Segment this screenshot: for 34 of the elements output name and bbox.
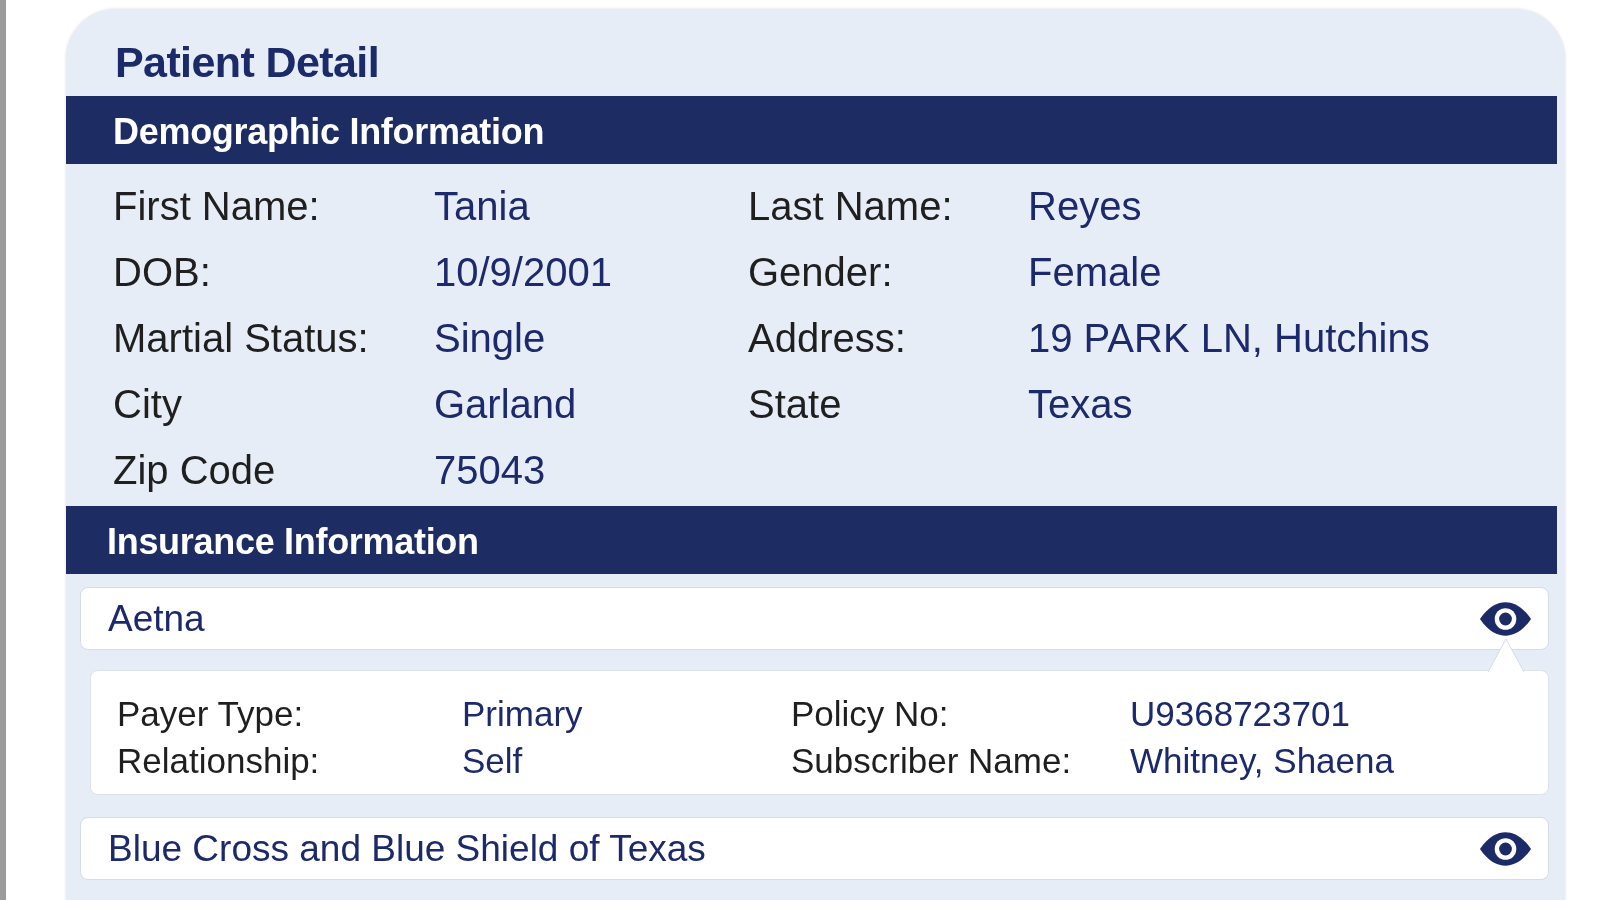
detail-label: Payer Type: bbox=[117, 692, 304, 735]
field-label: Martial Status: bbox=[113, 315, 369, 362]
detail-label: Policy No: bbox=[791, 692, 949, 735]
section-title: Demographic Information bbox=[113, 111, 545, 153]
detail-label: Relationship: bbox=[117, 739, 320, 782]
detail-label: Subscriber Name: bbox=[791, 739, 1072, 782]
field-value: Single bbox=[434, 315, 546, 362]
card-title: Patient Detail bbox=[115, 37, 379, 87]
field-label: DOB: bbox=[113, 249, 211, 296]
eye-icon[interactable] bbox=[1479, 830, 1532, 867]
field-value: Tania bbox=[434, 183, 530, 230]
field-label: State bbox=[748, 381, 842, 428]
field-label: Last Name: bbox=[748, 183, 953, 230]
field-value: Texas bbox=[1028, 381, 1133, 428]
detail-value: U9368723701 bbox=[1130, 692, 1350, 735]
field-label: City bbox=[113, 381, 182, 428]
section-title: Insurance Information bbox=[107, 521, 479, 563]
detail-value: Whitney, Shaena bbox=[1130, 739, 1394, 782]
field-label: Gender: bbox=[748, 249, 893, 296]
payer-name: Aetna bbox=[108, 596, 205, 641]
field-value: Female bbox=[1028, 249, 1162, 296]
field-value: Garland bbox=[434, 381, 577, 428]
field-value: Reyes bbox=[1028, 183, 1142, 230]
eye-icon[interactable] bbox=[1479, 600, 1532, 637]
detail-value: Primary bbox=[462, 692, 583, 735]
field-label: Address: bbox=[748, 315, 906, 362]
field-label: Zip Code bbox=[113, 447, 276, 494]
payer-name: Blue Cross and Blue Shield of Texas bbox=[108, 826, 706, 871]
field-value: 19 PARK LN, Hutchins bbox=[1028, 315, 1430, 362]
insurance-row[interactable]: Blue Cross and Blue Shield of Texas bbox=[80, 817, 1549, 880]
field-value: 75043 bbox=[434, 447, 546, 494]
detail-value: Self bbox=[462, 739, 523, 782]
field-value: 10/9/2001 bbox=[434, 249, 612, 296]
field-label: First Name: bbox=[113, 183, 320, 230]
